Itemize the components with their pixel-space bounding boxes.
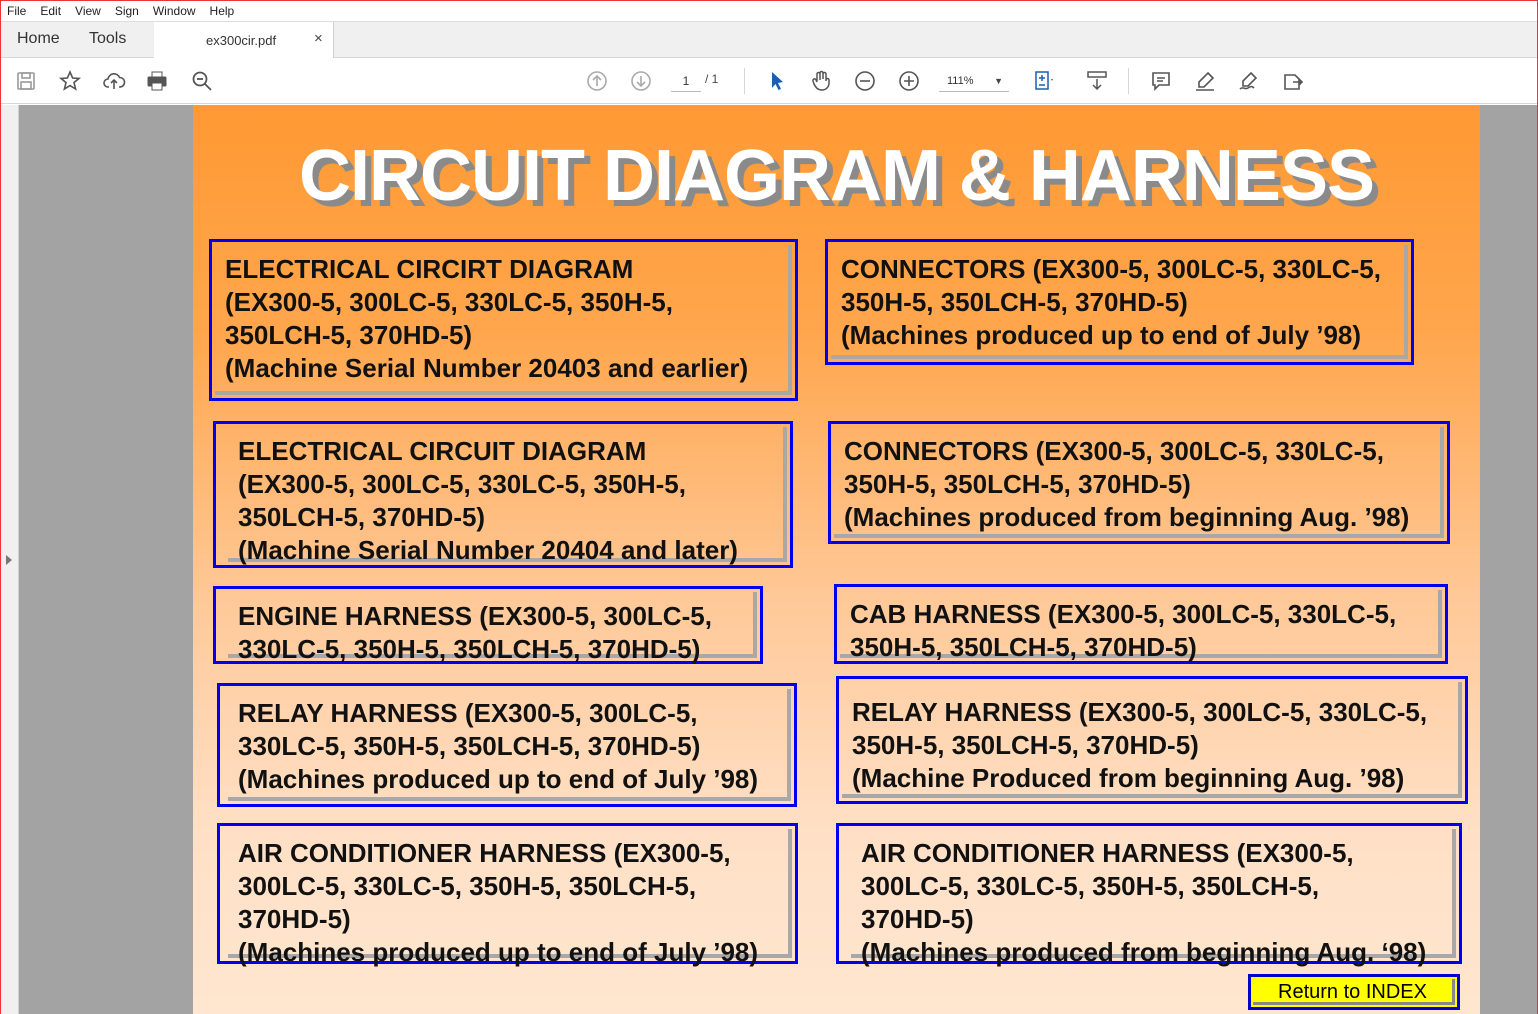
box-label: CONNECTORS (EX300-5, 300LC-5, 330LC-5, 3… [831,245,1408,359]
toolbar: 1 / 1 111% ▼ [1,58,1537,104]
fit-page-icon[interactable] [1031,68,1057,94]
expand-arrow-icon[interactable] [6,555,12,565]
tab-home[interactable]: Home [17,30,60,48]
link-relay-harness-early[interactable]: RELAY HARNESS (EX300-5, 300LC-5, 330LC-5… [217,683,797,807]
document-viewer: CIRCUIT DIAGRAM & HARNESS ELECTRICAL CIR… [1,105,1537,1014]
viewer-margin-right [1480,105,1537,1014]
left-panel-toggle[interactable] [1,105,19,1014]
scroll-mode-icon[interactable] [1084,68,1110,94]
link-electrical-diagram-early[interactable]: ELECTRICAL CIRCIRT DIAGRAM (EX300-5, 300… [209,239,798,401]
prev-page-icon[interactable] [584,68,610,94]
box-label: CONNECTORS (EX300-5, 300LC-5, 330LC-5, 3… [834,427,1444,538]
link-cab-harness[interactable]: CAB HARNESS (EX300-5, 300LC-5, 330LC-5, … [834,584,1448,664]
menu-sign[interactable]: Sign [115,4,139,18]
box-label: ELECTRICAL CIRCIRT DIAGRAM (EX300-5, 300… [215,245,792,395]
zoom-search-icon[interactable] [189,68,215,94]
link-relay-harness-later[interactable]: RELAY HARNESS (EX300-5, 300LC-5, 330LC-5… [836,676,1468,804]
link-connectors-early[interactable]: CONNECTORS (EX300-5, 300LC-5, 330LC-5, 3… [825,239,1414,365]
pdf-page: CIRCUIT DIAGRAM & HARNESS ELECTRICAL CIR… [193,105,1480,1014]
close-tab-icon[interactable]: × [314,30,323,47]
box-label: ENGINE HARNESS (EX300-5, 300LC-5, 330LC-… [228,592,757,664]
menu-view[interactable]: View [75,4,101,18]
menu-file[interactable]: File [7,4,26,18]
next-page-icon[interactable] [628,68,654,94]
toolbar-divider [744,68,745,94]
chevron-down-icon: ▼ [994,76,1003,86]
link-electrical-diagram-later[interactable]: ELECTRICAL CIRCUIT DIAGRAM (EX300-5, 300… [213,421,793,568]
hand-icon[interactable] [808,68,834,94]
box-label: AIR CONDITIONER HARNESS (EX300-5, 300LC-… [851,829,1456,967]
zoom-value: 111% [947,75,974,87]
tab-tools[interactable]: Tools [89,30,126,48]
comment-icon[interactable] [1148,68,1174,94]
box-label: AIR CONDITIONER HARNESS (EX300-5, 300LC-… [228,829,792,967]
share-icon[interactable] [1280,68,1306,94]
box-label: CAB HARNESS (EX300-5, 300LC-5, 330LC-5, … [840,590,1442,662]
page-title: CIRCUIT DIAGRAM & HARNESS [298,136,1375,216]
highlight-icon[interactable] [1192,68,1218,94]
page-total: / 1 [705,72,719,86]
link-connectors-later[interactable]: CONNECTORS (EX300-5, 300LC-5, 330LC-5, 3… [828,421,1450,544]
return-to-index-button[interactable]: Return to INDEX [1248,974,1460,1010]
menu-help[interactable]: Help [210,4,235,18]
page-number-input[interactable]: 1 [671,70,701,92]
sign-icon[interactable] [1236,68,1262,94]
zoom-in-icon[interactable] [896,68,922,94]
tab-bar: Home Tools ex300cir.pdf × [1,21,1537,59]
print-icon[interactable] [144,68,170,94]
menu-edit[interactable]: Edit [40,4,61,18]
zoom-out-icon[interactable] [852,68,878,94]
upload-icon[interactable] [101,68,127,94]
toolbar-divider [1128,68,1129,94]
link-aircon-harness-early[interactable]: AIR CONDITIONER HARNESS (EX300-5, 300LC-… [217,823,798,967]
select-arrow-icon[interactable] [764,68,790,94]
box-label: ELECTRICAL CIRCUIT DIAGRAM (EX300-5, 300… [228,427,787,565]
bookmark-star-icon[interactable] [57,68,83,94]
box-label: RELAY HARNESS (EX300-5, 300LC-5, 330LC-5… [842,682,1462,798]
link-engine-harness[interactable]: ENGINE HARNESS (EX300-5, 300LC-5, 330LC-… [213,586,763,664]
menu-window[interactable]: Window [153,4,196,18]
link-aircon-harness-later[interactable]: AIR CONDITIONER HARNESS (EX300-5, 300LC-… [836,823,1462,967]
tab-document[interactable]: ex300cir.pdf × [154,22,334,59]
tab-document-label: ex300cir.pdf [206,33,277,48]
return-button-label: Return to INDEX [1253,979,1455,1005]
zoom-select[interactable]: 111% ▼ [939,70,1009,92]
box-label: RELAY HARNESS (EX300-5, 300LC-5, 330LC-5… [228,689,791,801]
menu-bar: File Edit View Sign Window Help [1,1,1537,21]
save-icon[interactable] [13,68,39,94]
